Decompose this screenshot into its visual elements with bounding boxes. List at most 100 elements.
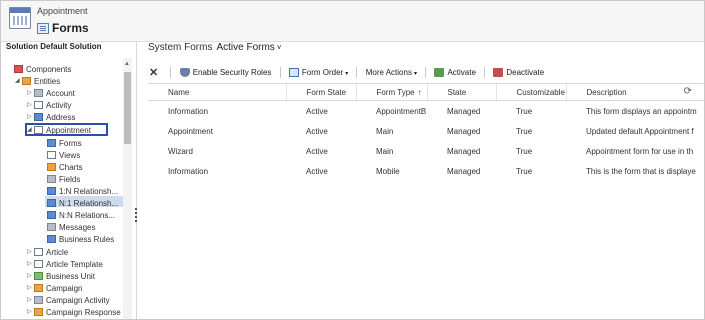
cell-name[interactable]: Wizard (148, 141, 286, 161)
scroll-up-icon[interactable]: ▲ (124, 61, 130, 67)
sort-ascending-icon: ↑ (417, 87, 422, 97)
expand-arrow-icon[interactable]: ▷ (27, 88, 34, 99)
components-icon (14, 65, 23, 73)
tree-item-nn-relationships[interactable]: N:N Relations... (47, 210, 115, 221)
expand-arrow-icon[interactable]: ▷ (27, 112, 34, 123)
cell-form-type: Mobile (376, 166, 400, 176)
breadcrumb-parent[interactable]: Appointment (37, 6, 88, 16)
chevron-down-icon: ˅ (276, 43, 282, 52)
tree-item-forms[interactable]: Forms (47, 138, 82, 149)
table-row[interactable]: Appointment Active Main Managed True Upd… (148, 121, 704, 141)
view-selector[interactable]: System Forms Active Forms ˅ (148, 42, 281, 53)
column-header-name[interactable]: Name (148, 83, 286, 101)
table-row[interactable]: Wizard Active Main Managed True Appointm… (148, 141, 704, 161)
command-bar: ✕ Enable Security Roles Form Order ▾ More… (148, 66, 544, 80)
tree-item-campaign[interactable]: ▷ Campaign (27, 283, 82, 294)
tree-item-charts[interactable]: Charts (47, 162, 83, 173)
form-order-icon (288, 68, 299, 77)
expand-arrow-icon[interactable]: ▷ (27, 295, 34, 306)
cell-customizable: True (516, 106, 533, 116)
expand-arrow-icon[interactable]: ▷ (27, 100, 34, 111)
tree-item-article-template[interactable]: ▷ Article Template (27, 259, 103, 270)
address-icon (34, 113, 43, 121)
expand-arrow-icon[interactable]: ▷ (27, 259, 34, 270)
relationship-icon (47, 199, 56, 207)
activity-icon (34, 101, 43, 109)
cell-form-type: AppointmentB... (376, 106, 427, 116)
expand-arrow-icon[interactable]: ▷ (27, 247, 34, 258)
column-header-form-type[interactable]: Form Type ↑ (355, 83, 427, 101)
campaign-response-icon (34, 308, 43, 316)
tree-item-1n-relationships[interactable]: 1:N Relationsh... (47, 186, 118, 197)
cell-name[interactable]: Information (148, 161, 286, 181)
tree-item-campaign-activity[interactable]: ▷ Campaign Activity (27, 295, 110, 306)
cell-state: Managed (447, 106, 481, 116)
tree-item-components[interactable]: Components (7, 64, 71, 75)
page-title: Forms (52, 21, 89, 35)
calendar-icon (9, 7, 31, 29)
cell-form-type: Main (376, 146, 394, 156)
view-prefix: System Forms (148, 42, 213, 53)
enable-security-roles-button[interactable]: Enable Security Roles (179, 66, 271, 80)
cell-form-state: Active (306, 106, 328, 116)
tree-item-article[interactable]: ▷ Article (27, 247, 68, 258)
cell-name[interactable]: Information (148, 101, 286, 122)
cell-form-state: Active (306, 126, 328, 136)
column-header-state[interactable]: State (426, 83, 496, 101)
splitter-handle[interactable] (135, 208, 137, 222)
tree-item-business-unit[interactable]: ▷ Business Unit (27, 271, 95, 282)
cell-description: This is the form that is displaye (586, 166, 696, 176)
deactivate-button[interactable]: Deactivate (493, 66, 544, 80)
tree-item-entities[interactable]: ◢ Entities (15, 76, 60, 87)
sidebar-scrollbar[interactable]: ▲ (123, 58, 132, 319)
article-template-icon (34, 260, 43, 268)
close-icon: ✕ (149, 67, 159, 79)
scrollbar-thumb[interactable] (124, 72, 131, 144)
dropdown-arrow-icon: ▾ (413, 71, 417, 77)
campaign-icon (34, 284, 43, 292)
messages-icon (47, 223, 56, 231)
cell-description: Updated default Appointment f (586, 126, 694, 136)
tree-item-messages[interactable]: Messages (47, 222, 95, 233)
cell-form-type: Main (376, 126, 394, 136)
more-actions-button[interactable]: More Actions ▾ (366, 66, 417, 80)
relationship-icon (47, 187, 56, 195)
delete-button[interactable]: ✕ (148, 66, 162, 80)
cell-customizable: True (516, 146, 533, 156)
activate-button[interactable]: Activate (434, 66, 476, 80)
tree-item-account[interactable]: ▷ Account (27, 88, 75, 99)
view-name[interactable]: Active Forms ˅ (216, 42, 281, 53)
tree-item-n1-relationships[interactable]: N:1 Relationsh... (47, 198, 118, 209)
cell-state: Managed (447, 146, 481, 156)
table-row[interactable]: Information Active AppointmentB... Manag… (148, 101, 704, 122)
expand-arrow-icon[interactable]: ▷ (27, 283, 34, 294)
cell-form-state: Active (306, 146, 328, 156)
column-header-form-state[interactable]: Form State (285, 83, 356, 101)
expand-arrow-icon[interactable]: ▷ (27, 307, 34, 318)
business-unit-icon (34, 272, 43, 280)
tree-item-campaign-response[interactable]: ▷ Campaign Response (27, 307, 121, 318)
expand-arrow-icon[interactable]: ▷ (27, 271, 34, 282)
form-order-button[interactable]: Form Order ▾ (288, 66, 348, 80)
entities-icon (22, 77, 31, 85)
tree-item-address[interactable]: ▷ Address (27, 112, 75, 123)
charts-icon (47, 163, 56, 171)
column-header-customizable[interactable]: Customizable (495, 83, 566, 101)
fields-icon (47, 175, 56, 183)
relationship-icon (47, 211, 56, 219)
collapse-arrow-icon[interactable]: ◢ (15, 76, 22, 87)
tree-item-business-rules[interactable]: Business Rules (47, 234, 114, 245)
tree-item-views[interactable]: Views (47, 150, 80, 161)
article-icon (34, 248, 43, 256)
cell-description: Appointment form for use in th (586, 146, 694, 156)
table-row[interactable]: Information Active Mobile Managed True T… (148, 161, 704, 181)
tree-item-fields[interactable]: Fields (47, 174, 80, 185)
form-icon (37, 23, 49, 34)
cell-name[interactable]: Appointment (148, 121, 286, 141)
cell-description: This form displays an appointm (586, 106, 697, 116)
forms-icon (47, 139, 56, 147)
refresh-icon[interactable]: ⟳ (684, 86, 692, 97)
grid-header-row: Name Form State Form Type ↑ State Customi… (148, 83, 704, 101)
appointment-highlight-box (25, 123, 108, 136)
tree-item-activity[interactable]: ▷ Activity (27, 100, 71, 111)
